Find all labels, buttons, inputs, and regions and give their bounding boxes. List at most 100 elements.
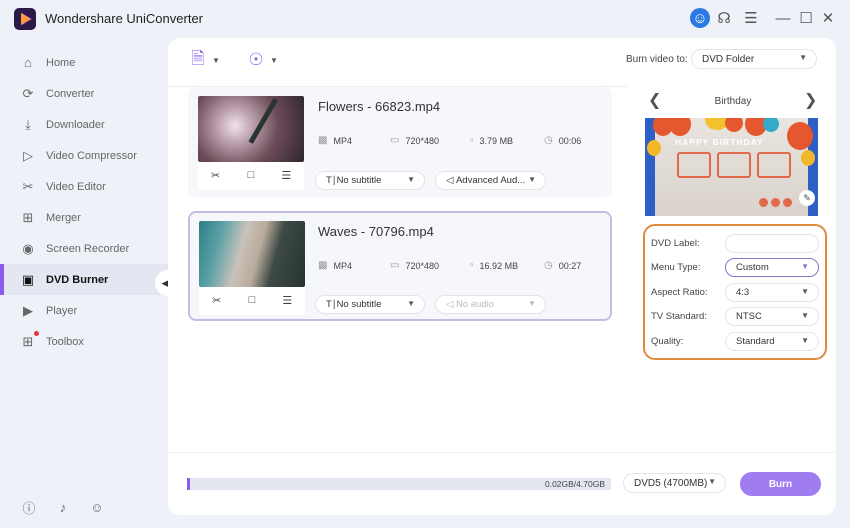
disc-usage-fill: [187, 478, 190, 490]
file-card[interactable]: ✂ □ ☰ Flowers - 66823.mp4 ▩ MP4 ▭ 720*480 …: [188, 87, 612, 197]
resolution-meta: ▭ 720*480: [390, 135, 439, 146]
audio-select[interactable]: ◁ Advanced Aud... ▼: [435, 171, 546, 190]
format-value: MP4: [333, 135, 352, 146]
bell-icon[interactable]: ♪: [54, 498, 72, 516]
effects-icon[interactable]: ☰: [279, 294, 295, 307]
dvd-label-input[interactable]: [725, 234, 819, 253]
tv-standard-row: TV Standard: NTSC ▼: [651, 307, 821, 327]
tv-standard-select[interactable]: NTSC ▼: [725, 307, 819, 326]
chevron-down-icon: ▼: [708, 477, 716, 486]
balloon: [647, 140, 661, 156]
home-icon: ⌂: [24, 55, 32, 70]
video-thumbnail[interactable]: [198, 96, 304, 162]
resolution-value: 720*480: [405, 135, 439, 146]
sidebar-item-label: Video Editor: [46, 180, 106, 193]
converter-icon: ⟳: [22, 85, 34, 101]
quality-select[interactable]: Standard ▼: [725, 332, 819, 351]
menu-type-value: Custom: [736, 262, 769, 273]
menu-type-select[interactable]: Custom ▼: [725, 258, 819, 277]
disc-type-select[interactable]: DVD5 (4700MB) ▼: [623, 473, 726, 493]
size-value: 16.92 MB: [479, 260, 519, 271]
sidebar-item-label: DVD Burner: [46, 273, 109, 286]
template-preview[interactable]: HAPPY BIRTHDAY ✎: [645, 118, 818, 216]
toolbox-icon: ⊞: [19, 330, 39, 351]
subtitle-value: No subtitle: [336, 175, 382, 186]
sidebar-item-label: Screen Recorder: [46, 242, 130, 255]
format-value: MP4: [333, 260, 352, 271]
file-card-selected[interactable]: ✂ □ ☰ Waves - 70796.mp4 ▩ MP4 ▭ 720*480 ▫ 1…: [188, 211, 612, 321]
sidebar-item-player[interactable]: ▶ Player: [0, 295, 168, 326]
sidebar-item-home[interactable]: ⌂ Home: [0, 47, 168, 78]
disc-type-value: DVD5 (4700MB): [634, 477, 708, 489]
photo-frame: [717, 152, 751, 178]
sidebar-item-video-compressor[interactable]: ▷ Video Compressor: [0, 140, 168, 171]
preview-heading: HAPPY BIRTHDAY: [675, 137, 764, 147]
burn-button[interactable]: Burn: [740, 472, 821, 496]
effects-icon[interactable]: ☰: [278, 169, 294, 182]
sidebar-item-downloader[interactable]: ⤓ Downloader: [0, 109, 168, 140]
file-title: Flowers - 66823.mp4: [318, 99, 441, 114]
load-dvd-button[interactable]: ☉ ▼: [246, 50, 278, 70]
user-icon[interactable]: ☺: [690, 8, 710, 28]
balloon: [669, 118, 691, 136]
trim-icon[interactable]: ✂: [208, 169, 224, 182]
sidebar-item-toolbox[interactable]: ⊞ Toolbox: [0, 326, 168, 357]
trim-icon[interactable]: ✂: [209, 294, 225, 307]
chevron-down-icon: ▼: [407, 175, 415, 184]
chevron-down-icon: ▼: [270, 55, 278, 65]
sidebar-item-video-editor[interactable]: ✂ Video Editor: [0, 171, 168, 202]
sidebar: ⌂ Home ⟳ Converter ⤓ Downloader ▷ Video …: [0, 38, 168, 528]
quality-label: Quality:: [651, 336, 684, 347]
next-template-button[interactable]: ❯: [804, 90, 817, 110]
sidebar-bottom-icons: ⓘ ♪ ☺: [20, 498, 106, 516]
folder-icon: ▫: [470, 135, 474, 146]
format-meta: ▩ MP4: [318, 135, 352, 146]
chevron-down-icon: ▼: [407, 299, 415, 308]
help-icon[interactable]: ⓘ: [20, 498, 38, 516]
close-icon[interactable]: ✕: [818, 8, 838, 28]
minimize-icon[interactable]: —: [773, 8, 793, 28]
duration-meta: ◷ 00:27: [544, 260, 581, 271]
sidebar-item-merger[interactable]: ⊞ Merger: [0, 202, 168, 233]
subtitle-select[interactable]: T∣ No subtitle ▼: [315, 171, 425, 190]
add-disc-icon: ☉: [248, 50, 264, 69]
sidebar-item-dvd-burner[interactable]: ▣ DVD Burner: [0, 264, 168, 295]
size-value: 3.79 MB: [479, 135, 514, 146]
dvd-burner-icon: ▣: [21, 271, 35, 287]
disc-usage-bar: 0.02GB/4.70GB: [187, 478, 611, 490]
title-bar: Wondershare UniConverter ☺ ☊ ☰ — ☐ ✕: [0, 0, 850, 36]
chevron-down-icon: ▼: [801, 262, 809, 271]
crop-icon[interactable]: □: [243, 169, 259, 182]
menu-icon[interactable]: ☰: [741, 8, 761, 28]
edit-template-icon[interactable]: ✎: [799, 190, 815, 206]
chevron-down-icon: ▼: [801, 311, 809, 320]
resolution-value: 720*480: [405, 260, 439, 271]
burn-to-select[interactable]: DVD Folder ▼: [691, 49, 817, 69]
aspect-ratio-select[interactable]: 4:3 ▼: [725, 283, 819, 302]
app-logo-icon: [14, 8, 36, 30]
add-files-button[interactable]: 🗎 ▼: [188, 49, 220, 70]
sidebar-item-converter[interactable]: ⟳ Converter: [0, 78, 168, 109]
burn-to-label: Burn video to:: [626, 54, 688, 65]
size-meta: ▫ 16.92 MB: [470, 260, 518, 271]
balloon: [763, 118, 779, 132]
chevron-down-icon: ▼: [528, 299, 536, 308]
headset-icon[interactable]: ☊: [714, 8, 734, 28]
sidebar-item-label: Player: [46, 304, 78, 317]
video-thumbnail[interactable]: [199, 221, 305, 287]
dvd-label-row: DVD Label:: [651, 234, 821, 254]
sidebar-item-screen-recorder[interactable]: ◉ Screen Recorder: [0, 233, 168, 264]
duration-value: 00:27: [558, 260, 582, 271]
previous-template-button[interactable]: ❮: [648, 90, 661, 110]
chevron-down-icon: ▼: [212, 55, 220, 65]
downloader-icon: ⤓: [25, 116, 31, 132]
crop-icon[interactable]: □: [244, 294, 260, 307]
maximize-icon[interactable]: ☐: [796, 8, 816, 28]
divider: [168, 452, 836, 453]
sidebar-item-label: Video Compressor: [46, 149, 137, 162]
burn-to-value: DVD Folder: [702, 53, 755, 65]
subtitle-select[interactable]: T∣ No subtitle ▼: [315, 295, 425, 314]
feedback-icon[interactable]: ☺: [88, 498, 106, 516]
balloon: [787, 122, 813, 150]
tv-standard-label: TV Standard:: [651, 311, 707, 322]
